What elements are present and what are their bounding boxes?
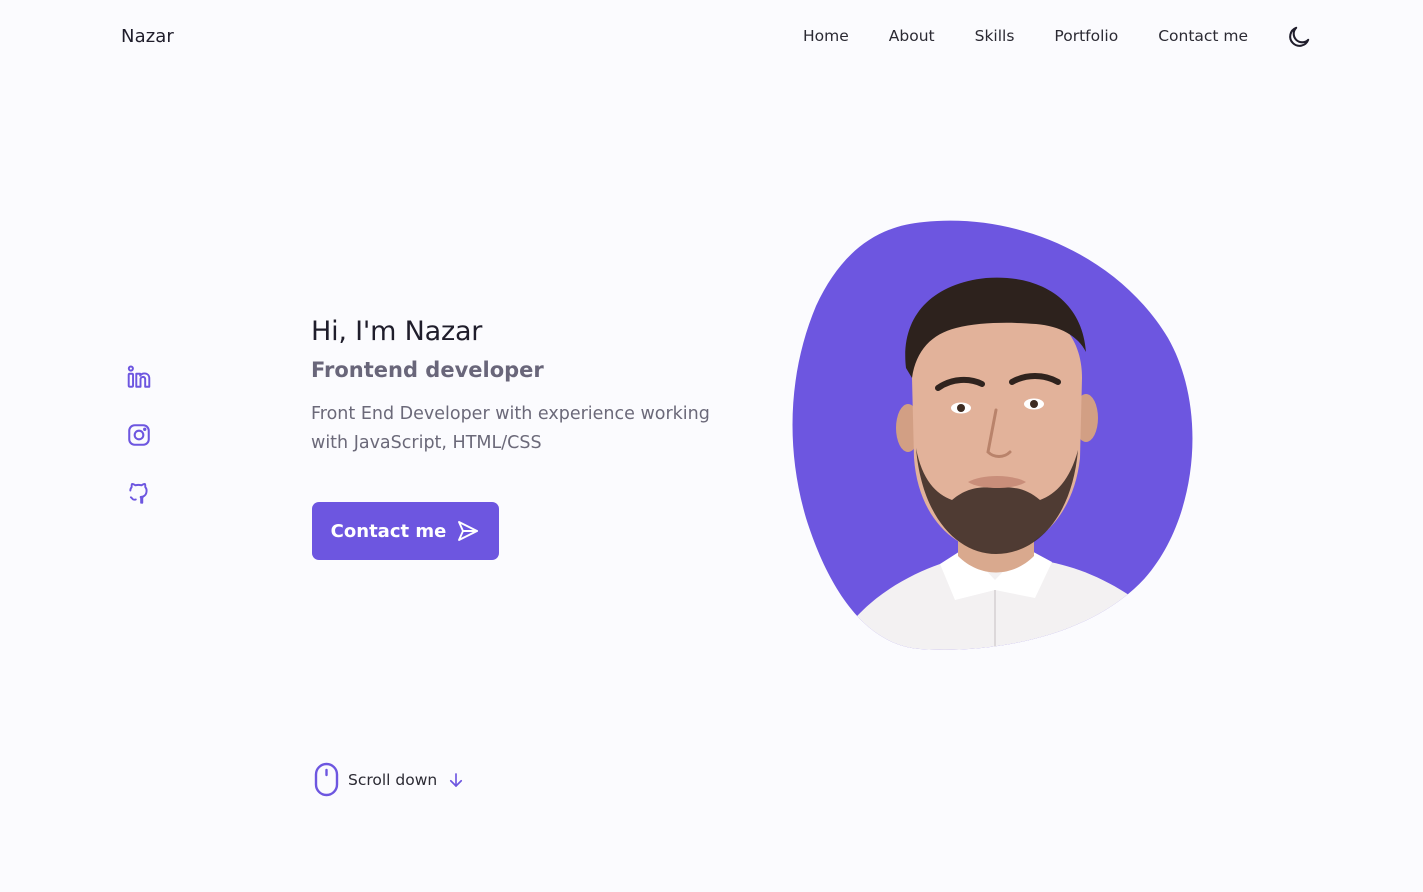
nav-contact[interactable]: Contact me: [1158, 27, 1248, 45]
main-nav: Home About Skills Portfolio Contact me: [803, 27, 1268, 45]
scroll-down[interactable]: Scroll down: [314, 762, 465, 798]
scroll-down-label: Scroll down: [348, 771, 438, 789]
hero-subtitle: Frontend developer: [311, 358, 544, 382]
arrow-down-icon: [447, 771, 465, 789]
mouse-icon: [314, 762, 340, 798]
hero-description: Front End Developer with experience work…: [311, 404, 710, 453]
contact-me-button[interactable]: Contact me: [312, 502, 499, 560]
linkedin-icon[interactable]: [126, 364, 152, 390]
social-links: [126, 364, 154, 538]
nav-skills[interactable]: Skills: [975, 27, 1015, 45]
nav-home[interactable]: Home: [803, 27, 849, 45]
nav-portfolio[interactable]: Portfolio: [1054, 27, 1118, 45]
site-logo[interactable]: Nazar: [121, 26, 174, 47]
contact-me-label: Contact me: [330, 520, 447, 542]
site-header: Nazar Home About Skills Portfolio Contac…: [0, 0, 1423, 74]
nav-about[interactable]: About: [889, 27, 935, 45]
hero-title: Hi, I'm Nazar: [311, 316, 483, 347]
profile-image: [790, 218, 1200, 654]
send-icon: [456, 519, 480, 543]
hero-intro: Hi, I'm Nazar Frontend developer Front E…: [311, 314, 751, 458]
github-icon[interactable]: [126, 480, 152, 506]
moon-icon[interactable]: [1286, 24, 1312, 50]
instagram-icon[interactable]: [126, 422, 152, 448]
